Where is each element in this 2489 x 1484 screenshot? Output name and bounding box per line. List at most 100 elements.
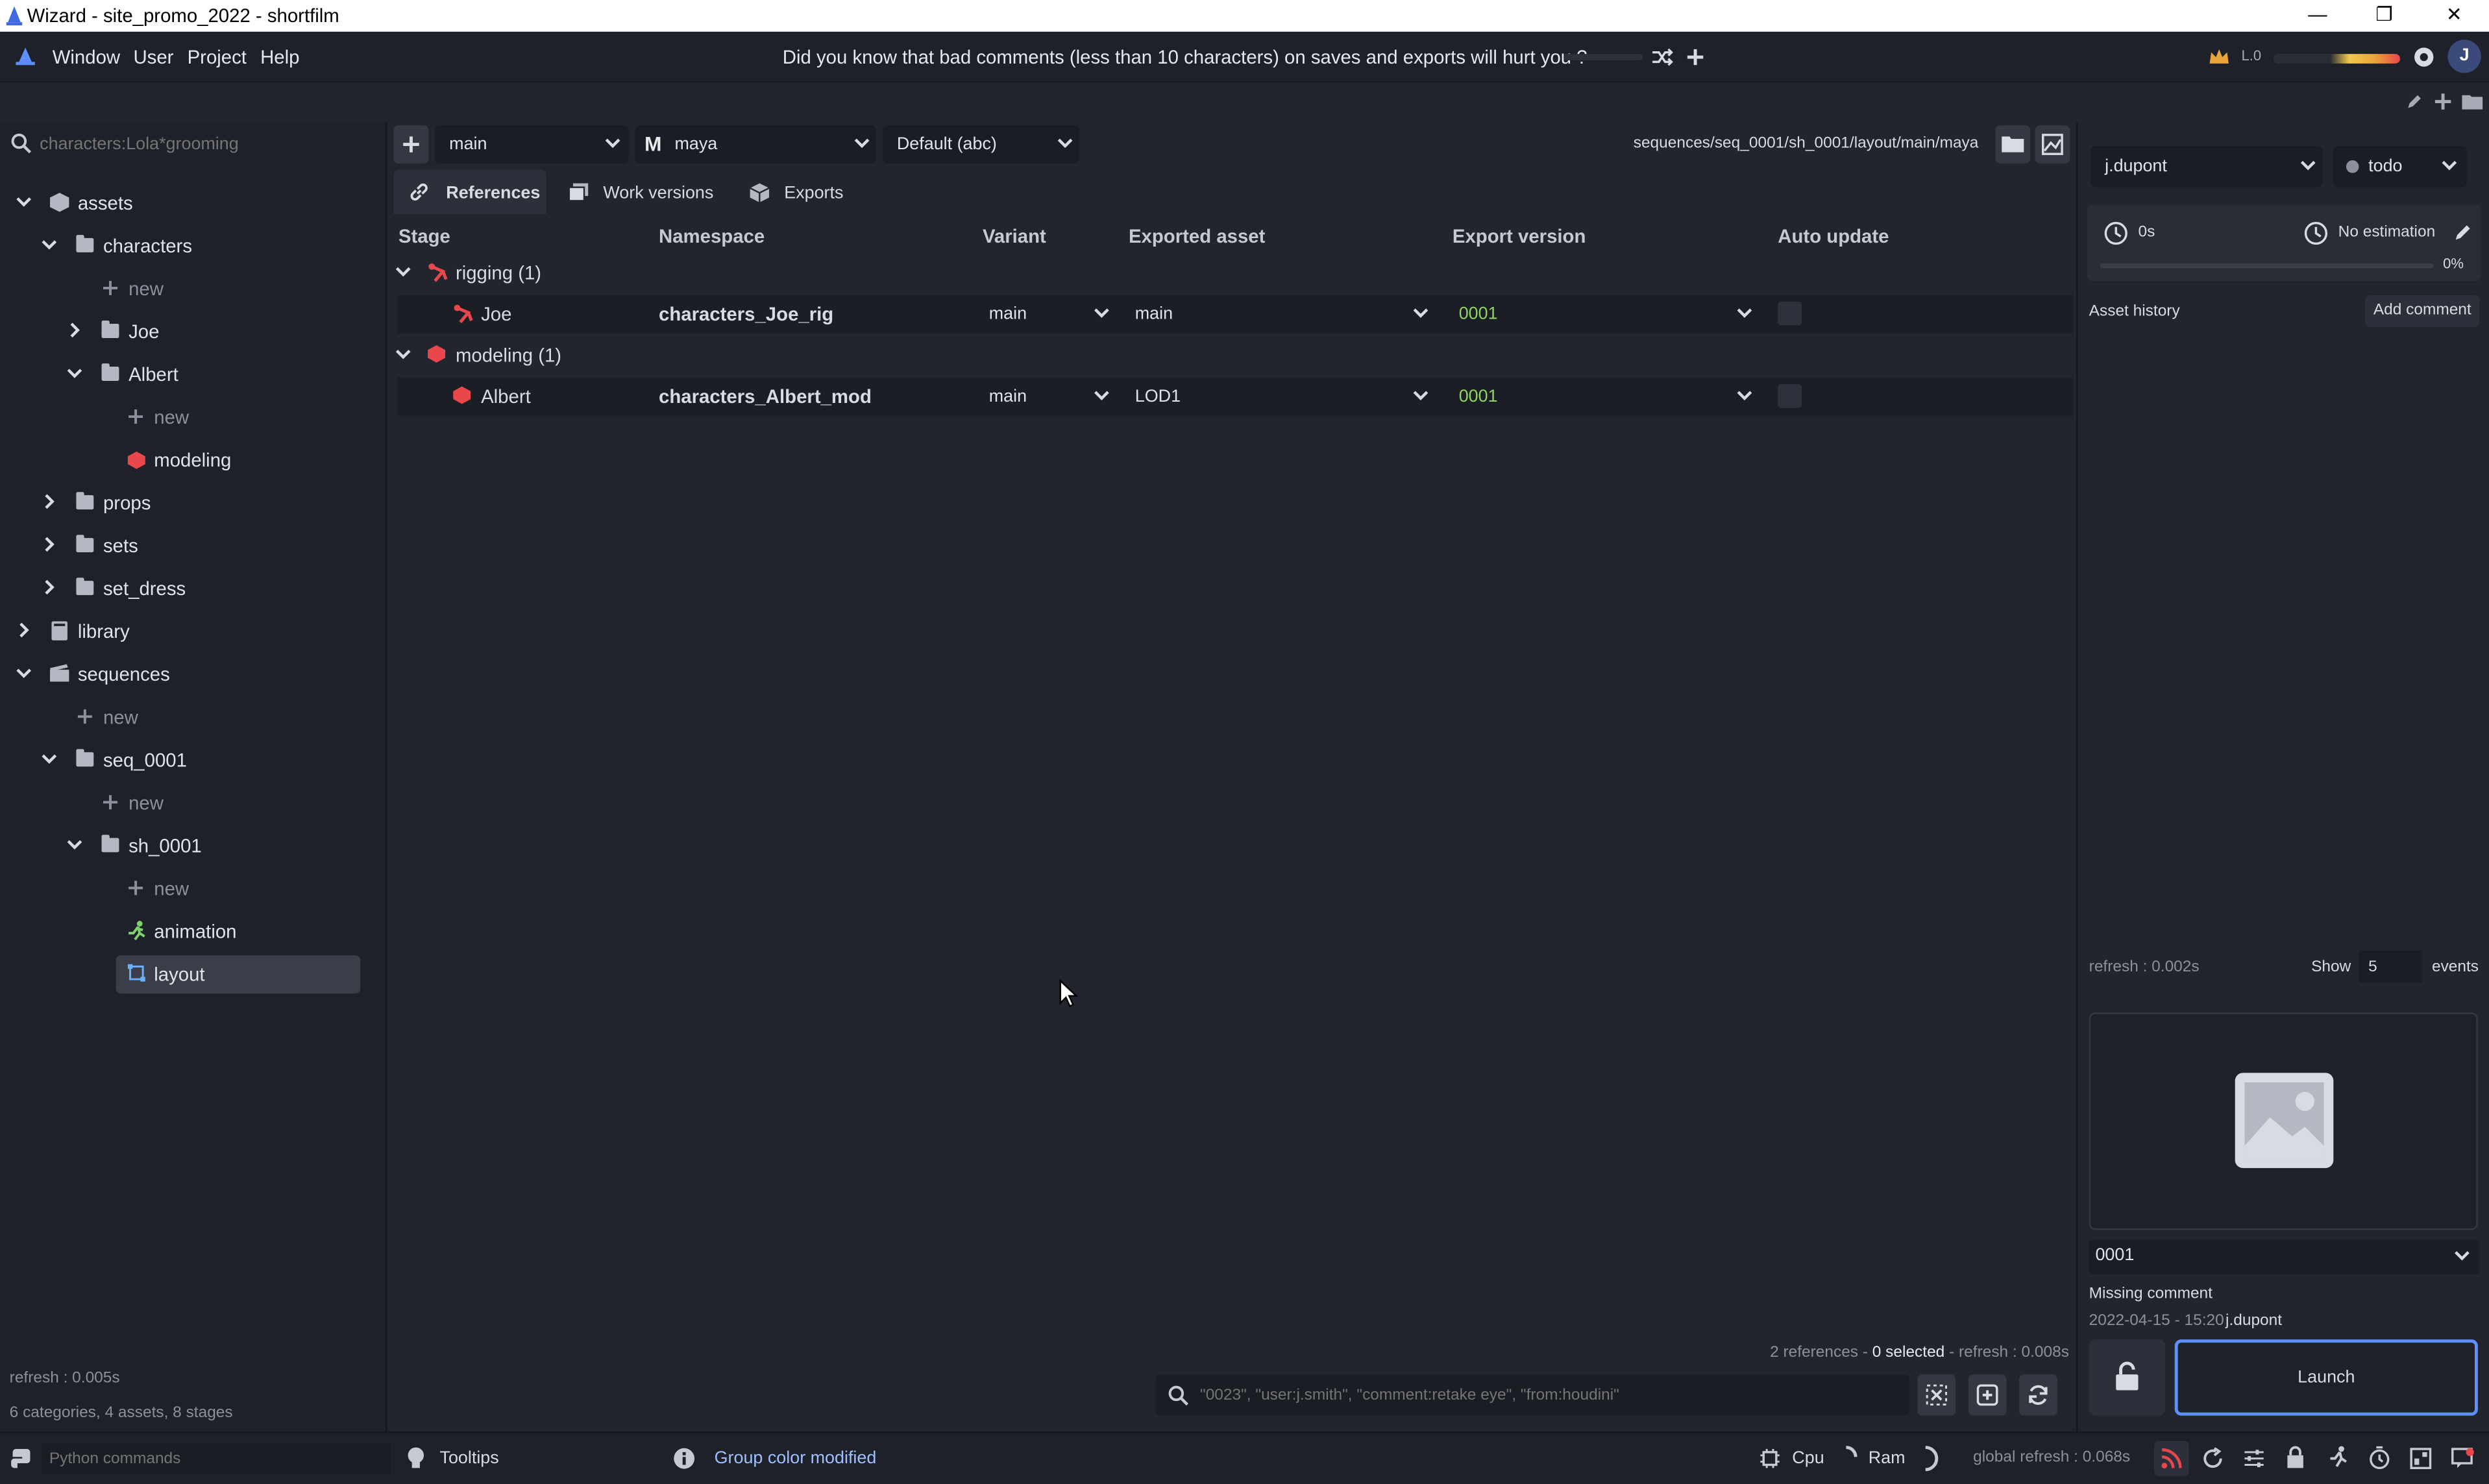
row-variant-combo[interactable]: main	[984, 298, 1114, 330]
menu-help[interactable]: Help	[260, 46, 299, 68]
variant-combo[interactable]: main	[435, 125, 629, 164]
tree-item-animation[interactable]: animation	[0, 914, 387, 949]
tree-item-joe[interactable]: Joe	[0, 314, 387, 349]
tab-references[interactable]: References	[393, 169, 546, 215]
column-auto-update[interactable]: Auto update	[1778, 225, 1889, 247]
add-icon[interactable]	[2433, 92, 2452, 111]
lock-button[interactable]	[2089, 1339, 2166, 1416]
chevron-down-icon[interactable]	[395, 349, 411, 362]
group-row-modeling[interactable]: modeling (1)	[389, 338, 2074, 373]
tree-item-new-stage[interactable]: new	[0, 400, 387, 435]
python-command-input[interactable]	[41, 1442, 391, 1475]
refresh-icon[interactable]	[2201, 1447, 2224, 1470]
tree-item-props[interactable]: props	[0, 485, 387, 520]
group-row-rigging[interactable]: rigging (1)	[389, 256, 2074, 291]
auto-update-checkbox[interactable]	[1778, 383, 1802, 408]
software-combo[interactable]: M maya	[635, 125, 877, 164]
reference-row[interactable]: Albert characters_Albert_mod main LOD1 0…	[397, 378, 2074, 416]
add-comment-button[interactable]: Add comment	[2365, 295, 2480, 327]
tree-item-new-shot[interactable]: new	[0, 786, 387, 821]
tree-item-new-shot-stage[interactable]: new	[0, 871, 387, 906]
events-count-input[interactable]	[2359, 951, 2423, 982]
menu-window[interactable]: Window	[53, 46, 120, 68]
state-combo[interactable]: Default (abc)	[882, 125, 1080, 164]
lightbulb-icon[interactable]	[406, 1446, 425, 1470]
edit-icon[interactable]	[2405, 92, 2423, 111]
notification-icon[interactable]	[2451, 1448, 2475, 1470]
runner-icon[interactable]	[2327, 1446, 2349, 1470]
lock-icon[interactable]	[2286, 1446, 2305, 1470]
chevron-down-icon[interactable]	[395, 267, 411, 280]
row-variant-combo[interactable]: main	[984, 381, 1114, 413]
chevron-right-icon[interactable]	[16, 622, 31, 638]
sliders-icon[interactable]	[2243, 1448, 2265, 1470]
folder-icon[interactable]	[2462, 92, 2483, 110]
column-namespace[interactable]: Namespace	[659, 225, 765, 247]
chevron-down-icon[interactable]	[42, 236, 57, 252]
settings-icon[interactable]	[2411, 44, 2436, 69]
edit-estimation-icon[interactable]	[2454, 222, 2473, 241]
row-export-version-combo[interactable]: 0001	[1454, 298, 1759, 330]
dashboard-icon[interactable]	[2410, 1448, 2432, 1470]
tree-item-modeling[interactable]: modeling	[0, 443, 387, 478]
open-folder-button[interactable]	[1995, 125, 2031, 164]
tree-item-sets[interactable]: sets	[0, 528, 387, 563]
tree-item-seq-0001[interactable]: seq_0001	[0, 743, 387, 778]
version-combo[interactable]: 0001	[2089, 1239, 2480, 1274]
column-variant[interactable]: Variant	[983, 225, 1046, 247]
tab-exports[interactable]: Exports	[733, 170, 861, 214]
user-avatar[interactable]: J	[2447, 40, 2481, 73]
chevron-down-icon[interactable]	[16, 665, 32, 681]
reference-filter[interactable]	[1155, 1374, 1910, 1416]
row-exported-asset-combo[interactable]: LOD1	[1130, 381, 1435, 413]
wizard-menu-icon[interactable]	[14, 46, 36, 68]
auto-update-checkbox[interactable]	[1778, 301, 1802, 326]
task-state-combo[interactable]: todo	[2333, 146, 2467, 188]
focus-button[interactable]	[2035, 125, 2070, 164]
chevron-down-icon[interactable]	[67, 836, 82, 852]
tree-item-sh-0001[interactable]: sh_0001	[0, 829, 387, 864]
update-references-button[interactable]	[2019, 1374, 2057, 1416]
tree-item-layout[interactable]: layout	[116, 955, 361, 994]
chevron-down-icon[interactable]	[42, 751, 57, 766]
tree-item-characters[interactable]: characters	[0, 228, 387, 263]
chevron-right-icon[interactable]	[42, 537, 57, 552]
tree-search[interactable]	[0, 122, 387, 166]
minimize-button[interactable]: —	[2286, 1, 2349, 30]
column-export-version[interactable]: Export version	[1453, 225, 1586, 247]
tree-item-sequences[interactable]: sequences	[0, 657, 387, 692]
column-stage[interactable]: Stage	[398, 225, 450, 247]
tab-work-versions[interactable]: Work versions	[552, 170, 727, 214]
close-button[interactable]: ✕	[2422, 1, 2486, 30]
menu-user[interactable]: User	[133, 46, 173, 68]
tooltips-toggle[interactable]: Tooltips	[439, 1449, 498, 1468]
add-work-env-button[interactable]	[393, 125, 429, 164]
maximize-button[interactable]: ❐	[2353, 1, 2416, 30]
chevron-down-icon[interactable]	[16, 193, 32, 209]
tree-item-new-sequence[interactable]: new	[0, 700, 387, 735]
assignment-combo[interactable]: j.dupont	[2091, 146, 2323, 188]
tree-search-input[interactable]	[40, 128, 373, 161]
tree-item-albert[interactable]: Albert	[0, 357, 387, 392]
chevron-right-icon[interactable]	[42, 494, 57, 509]
remove-selection-button[interactable]	[1917, 1374, 1956, 1416]
reference-filter-input[interactable]	[1200, 1380, 1899, 1409]
wall-button[interactable]	[2153, 1441, 2189, 1476]
row-export-version-combo[interactable]: 0001	[1454, 381, 1759, 413]
add-reference-button[interactable]	[1968, 1374, 2007, 1416]
shuffle-icon[interactable]	[1651, 46, 1673, 68]
add-icon[interactable]	[1684, 46, 1706, 68]
column-exported-asset[interactable]: Exported asset	[1129, 225, 1265, 247]
chevron-right-icon[interactable]	[42, 579, 57, 595]
tree-item-new-asset[interactable]: new	[0, 271, 387, 306]
chevron-down-icon[interactable]	[67, 365, 82, 381]
row-exported-asset-combo[interactable]: main	[1130, 298, 1435, 330]
menu-project[interactable]: Project	[188, 46, 247, 68]
timer-icon[interactable]	[2368, 1446, 2390, 1470]
reference-row[interactable]: Joe characters_Joe_rig main main 0001	[397, 295, 2074, 334]
chevron-right-icon[interactable]	[67, 322, 82, 338]
tree-item-library[interactable]: library	[0, 614, 387, 650]
tree-item-set-dress[interactable]: set_dress	[0, 571, 387, 606]
launch-button[interactable]: Launch	[2174, 1339, 2478, 1416]
tree-item-assets[interactable]: assets	[0, 186, 387, 221]
